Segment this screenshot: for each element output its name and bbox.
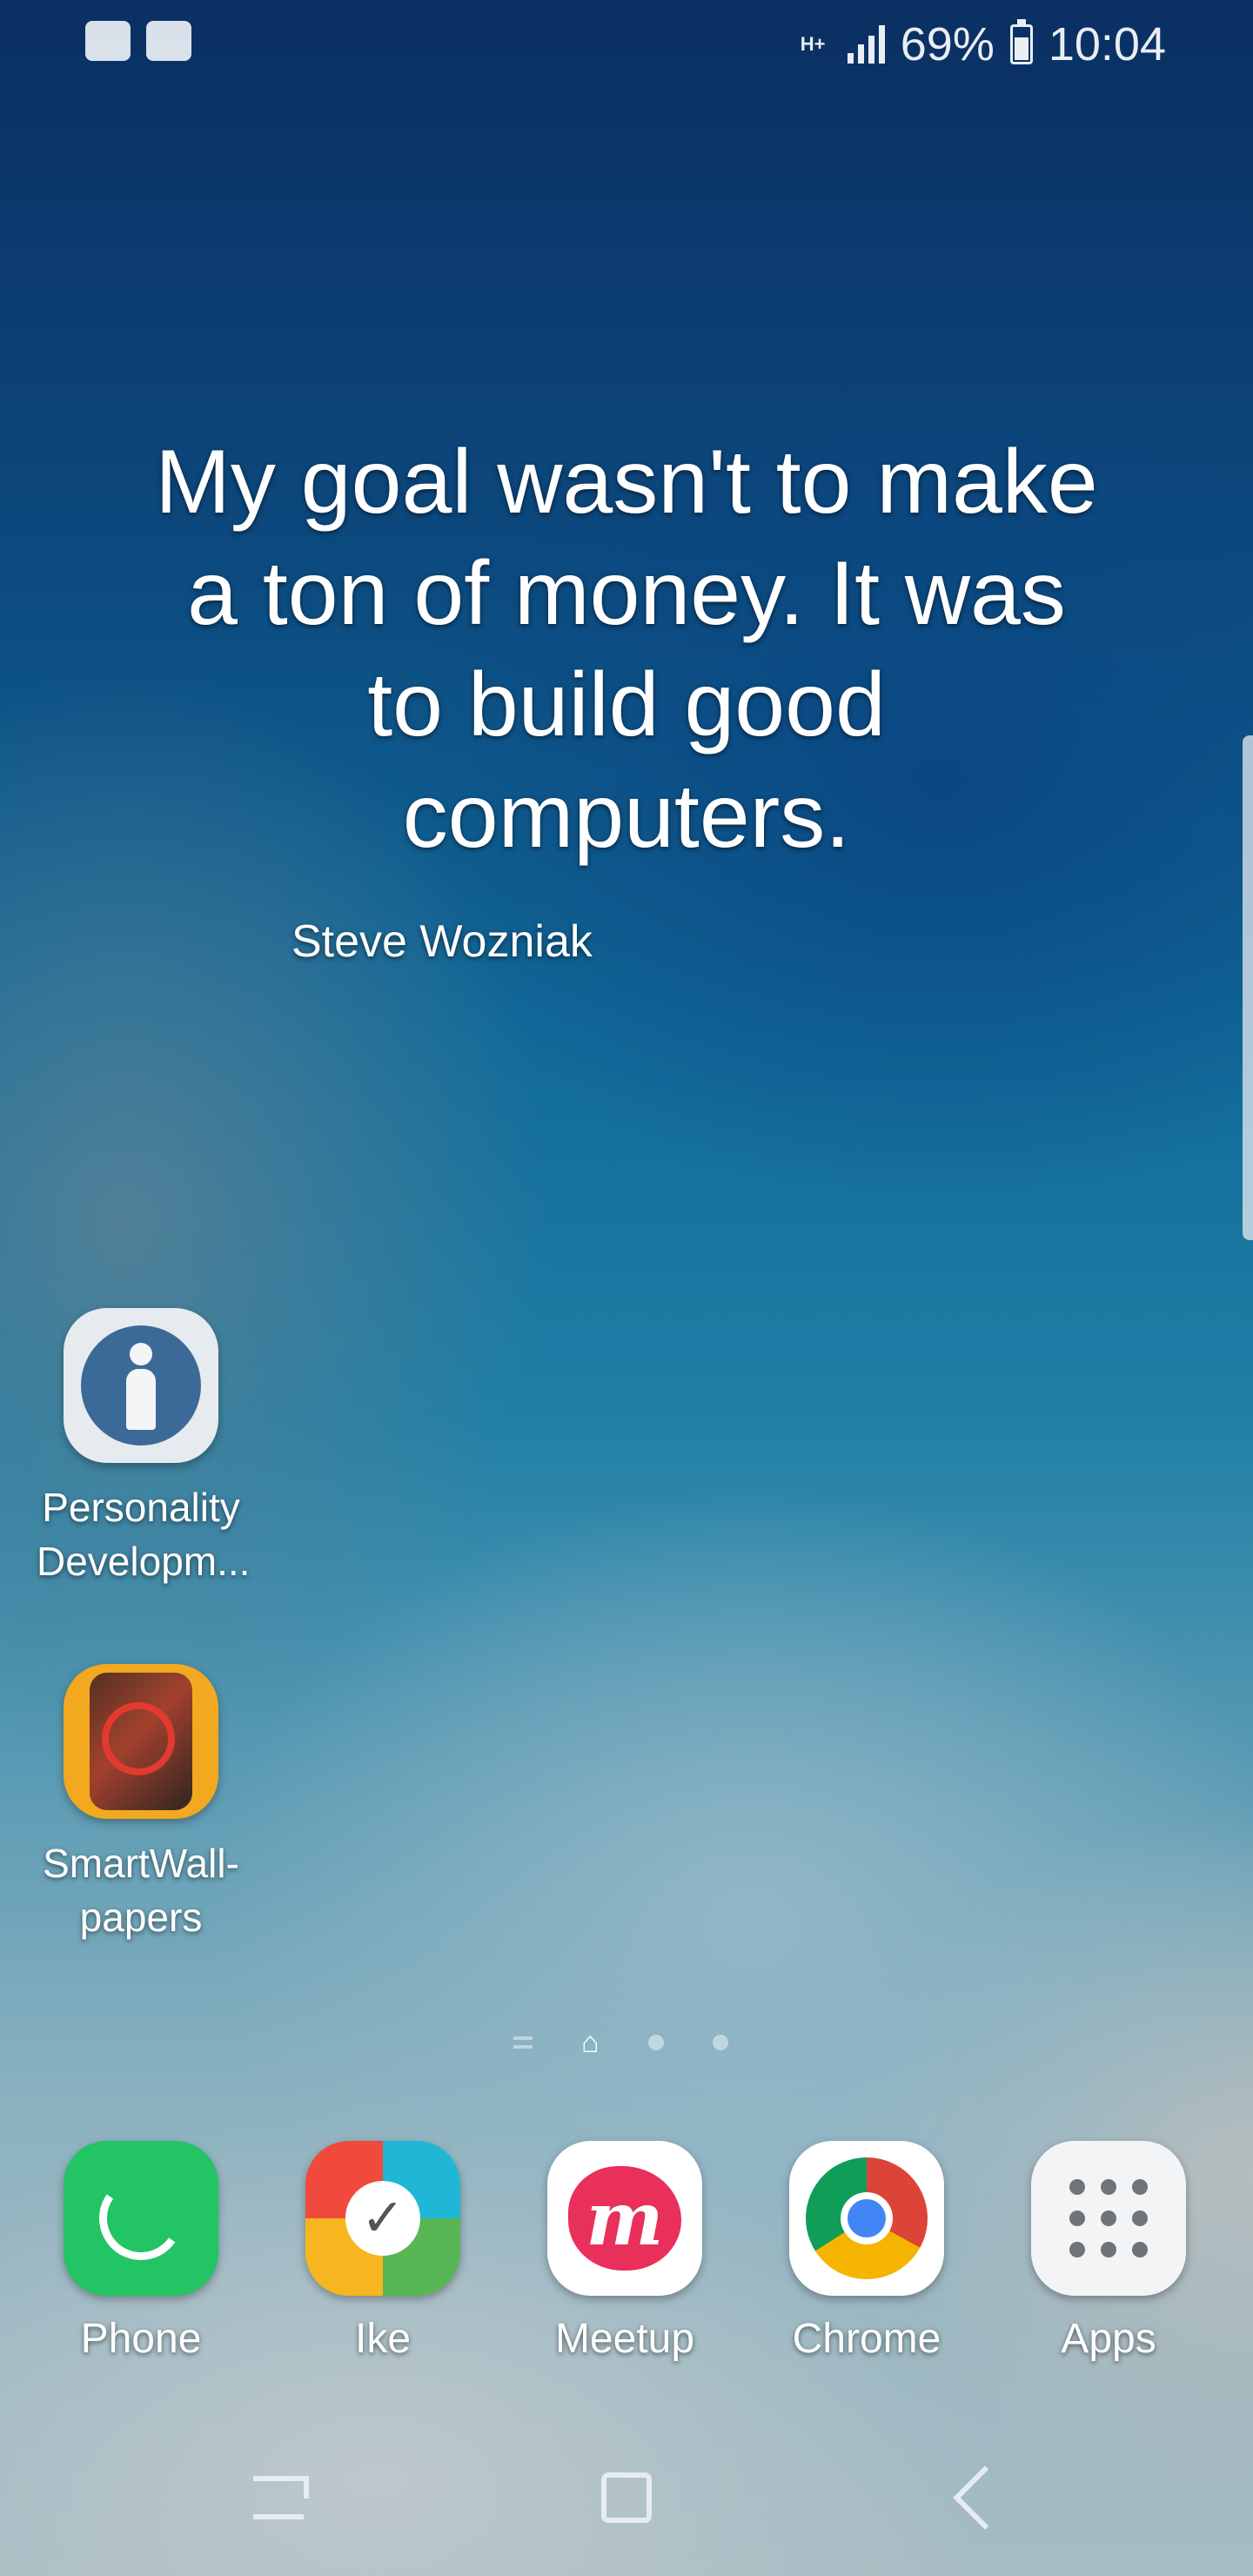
page-dot[interactable] <box>647 2035 664 2050</box>
app-label: SmartWall-papers <box>43 1841 239 1940</box>
dock-app-apps[interactable]: Apps <box>1004 2141 1213 2367</box>
quote-text[interactable]: My goal wasn't to make a ton of money. I… <box>139 426 1114 872</box>
battery-percent: 69% <box>900 18 995 70</box>
page-indicator-menu-icon[interactable] <box>513 2036 533 2049</box>
dock-app-phone[interactable]: Phone <box>37 2141 245 2367</box>
status-bar: H+ 69% 10:04 <box>0 0 1253 87</box>
page-indicator-home-icon[interactable]: ⌂ <box>581 2028 600 2057</box>
phone-icon <box>64 2141 218 2296</box>
network-type: H+ <box>800 33 826 55</box>
dock-app-label: Phone <box>80 2316 202 2362</box>
activity-monitor-icon <box>85 21 131 61</box>
smartwallpapers-icon <box>64 1664 218 1819</box>
battery-icon <box>1009 19 1033 64</box>
dock-app-ike[interactable]: ✓ Ike <box>278 2141 487 2367</box>
ike-icon: ✓ <box>305 2141 460 2296</box>
dock-app-label: Meetup <box>554 2316 695 2362</box>
home-button[interactable] <box>583 2454 670 2541</box>
dock-app-meetup[interactable]: m Meetup <box>520 2141 729 2367</box>
status-right: H+ 69% 10:04 <box>801 14 1166 75</box>
recent-apps-icon <box>253 2476 309 2519</box>
app-personality-development[interactable]: Personality Developm... <box>37 1308 251 1588</box>
page-indicator[interactable]: ⌂ <box>513 2028 728 2057</box>
app-smartwallpapers[interactable]: SmartWall-papers <box>37 1664 245 1944</box>
personality-development-icon <box>64 1308 218 1463</box>
dock-app-label: Apps <box>1061 2316 1156 2362</box>
back-button[interactable] <box>933 2454 1020 2541</box>
back-icon <box>953 2465 1017 2530</box>
app-label: Personality Developm... <box>37 1485 251 1584</box>
dock-app-label: Chrome <box>792 2316 941 2362</box>
edge-panel-handle[interactable] <box>1243 735 1253 1240</box>
page-dot[interactable] <box>712 2035 728 2050</box>
recent-apps-button[interactable] <box>235 2454 322 2541</box>
navigation-bar <box>0 2437 1253 2541</box>
signal-icon <box>847 25 885 64</box>
chrome-icon <box>789 2141 944 2296</box>
quote-author[interactable]: Steve Wozniak <box>291 916 593 968</box>
home-icon <box>601 2472 652 2523</box>
dock-app-chrome[interactable]: Chrome <box>762 2141 971 2367</box>
dock-app-label: Ike <box>354 2316 412 2362</box>
clock: 10:04 <box>1048 18 1166 70</box>
wifi-icon <box>146 21 191 61</box>
meetup-icon: m <box>547 2141 702 2296</box>
apps-grid-icon <box>1031 2141 1186 2296</box>
